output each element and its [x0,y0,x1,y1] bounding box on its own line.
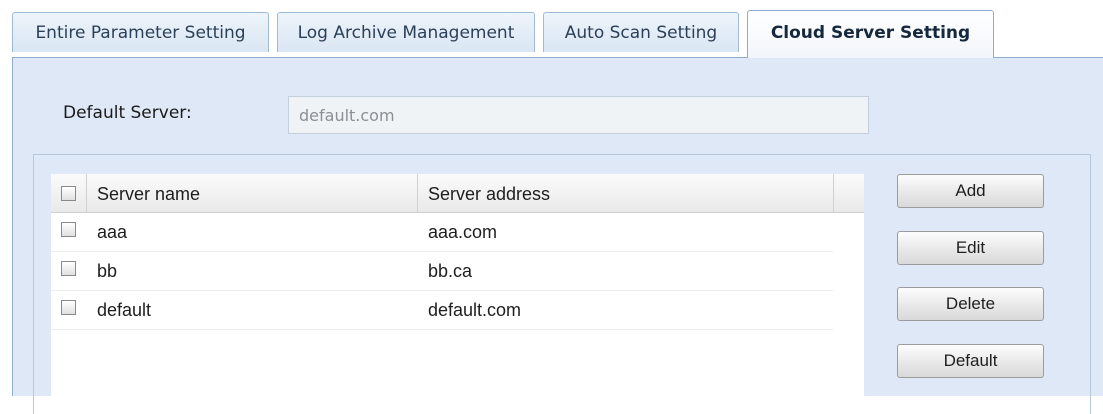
tab-cloud-server-setting[interactable]: Cloud Server Setting [747,10,994,58]
column-header-server-name[interactable]: Server name [97,174,200,212]
tab-entire-parameter-setting[interactable]: Entire Parameter Setting [12,12,269,52]
add-button[interactable]: Add [897,174,1044,208]
server-address-cell: aaa.com [428,222,498,242]
delete-button[interactable]: Delete [897,287,1044,321]
row-checkbox[interactable] [61,261,76,276]
cloud-server-panel: Default Server: Server name Server addre… [12,58,1103,414]
row-checkbox[interactable] [61,222,76,237]
table-row[interactable]: bb bb.ca [51,252,833,291]
tab-bar: Entire Parameter Setting Log Archive Man… [0,0,1103,58]
row-checkbox[interactable] [61,300,76,315]
server-address-cell: bb.ca [428,261,473,281]
table-row[interactable]: default default.com [51,291,833,330]
tab-auto-scan-setting[interactable]: Auto Scan Setting [543,12,739,52]
server-address-cell: default.com [428,300,522,320]
server-name-cell: bb [97,261,118,281]
grid-header: Server name Server address [51,174,864,213]
select-all-checkbox[interactable] [61,186,76,201]
server-name-cell: aaa [97,222,128,242]
edit-button[interactable]: Edit [897,231,1044,265]
default-button[interactable]: Default [897,344,1044,378]
default-server-input[interactable] [288,96,869,134]
default-server-label: Default Server: [63,103,192,123]
server-grid: Server name Server address aaa aaa.com b… [51,174,864,396]
column-header-server-address[interactable]: Server address [428,174,550,212]
column-separator [833,174,834,212]
column-separator [86,174,87,212]
server-name-cell: default [97,300,152,320]
table-row[interactable]: aaa aaa.com [51,213,833,252]
tab-log-archive-management[interactable]: Log Archive Management [277,12,535,52]
column-separator [417,174,418,212]
